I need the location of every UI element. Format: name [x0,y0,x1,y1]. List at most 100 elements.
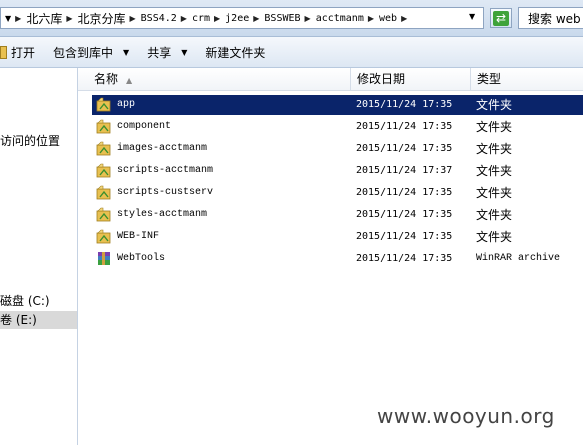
breadcrumb-label: 北京分库 [77,11,126,26]
file-name: scripts-custserv [117,187,214,198]
file-name: app [117,99,136,110]
include-label: 包含到库中 [53,45,114,60]
file-list: app 2015/11/24 17:35 文件夹 component 2015/… [78,91,583,445]
file-name: scripts-acctmanm [117,165,214,176]
file-date: 2015/11/24 17:37 [356,165,453,176]
sort-ascending-icon: ▲ [126,76,133,85]
file-type: 文件夹 [476,98,513,112]
breadcrumb-item-0[interactable]: 北六库 [25,10,63,27]
open-label: 打开 [11,45,36,60]
breadcrumb-label: web [379,12,398,24]
breadcrumb-label: acctmanm [315,12,364,24]
breadcrumb-label: 北六库 [26,11,63,26]
file-row[interactable]: images-acctmanm 2015/11/24 17:35 文件夹 [92,139,583,159]
refresh-icon: ⇄ [493,10,509,26]
file-row[interactable]: scripts-custserv 2015/11/24 17:35 文件夹 [92,183,583,203]
open-icon [0,45,7,59]
breadcrumb-label: BSS4.2 [140,12,177,24]
crumb-separator-icon[interactable]: ▶ [178,14,191,23]
watermark: www.wooyun.org [377,404,555,428]
file-row[interactable]: WebTools 2015/11/24 17:35 WinRAR archive [92,249,583,269]
breadcrumb-label: j2ee [225,12,250,24]
column-header-name[interactable]: 名称 ▲ [88,68,350,90]
file-type: 文件夹 [476,120,513,134]
breadcrumb-item-1[interactable]: 北京分库 [76,10,126,27]
crumb-separator-icon[interactable]: ▶ [302,14,315,23]
column-headers: 名称 ▲ 修改日期 类型 [78,68,583,91]
file-date: 2015/11/24 17:35 [356,143,453,154]
file-date: 2015/11/24 17:35 [356,209,453,220]
breadcrumb-item-2[interactable]: BSS4.2 [140,13,178,24]
file-type: 文件夹 [476,142,513,156]
nav-item-label: 访问的位置 [0,134,61,148]
folder-icon [96,185,112,201]
folder-icon [96,119,112,135]
file-date: 2015/11/24 17:35 [356,99,453,110]
column-header-label: 名称 [94,72,119,86]
breadcrumb-label: crm [191,12,210,24]
address-history-dropdown-icon[interactable]: ▼ [469,12,475,21]
file-name: images-acctmanm [117,143,208,154]
file-type: 文件夹 [476,164,513,178]
file-row[interactable]: styles-acctmanm 2015/11/24 17:35 文件夹 [92,205,583,225]
crumb-separator-icon[interactable]: ▶ [398,14,411,23]
crumb-separator-icon[interactable]: ▶ [250,14,263,23]
nav-item-drive-c[interactable]: 磁盘 (C:) [0,292,50,310]
file-type: 文件夹 [476,186,513,200]
breadcrumb-label: BSSWEB [264,12,301,24]
winrar-archive-icon [96,251,112,267]
file-name: WEB-INF [117,231,160,242]
crumb-separator-icon[interactable]: ▶ [127,14,140,23]
crumb-separator-icon[interactable]: ▶ [15,14,25,23]
column-header-type[interactable]: 类型 [470,68,583,90]
crumb-separator-icon[interactable]: ▶ [63,14,76,23]
file-type: 文件夹 [476,230,513,244]
breadcrumb-item-3[interactable]: crm [191,13,211,24]
include-in-library-button[interactable]: 包含到库中 ▼ [44,40,138,64]
command-toolbar: 打开 包含到库中 ▼ 共享 ▼ 新建文件夹 [0,37,583,68]
column-header-date[interactable]: 修改日期 [350,68,470,90]
chevron-down-icon: ▼ [123,47,130,57]
nav-item-recent-places[interactable]: 访问的位置 [0,132,60,150]
file-row[interactable]: app 2015/11/24 17:35 文件夹 [92,95,583,115]
folder-icon [96,163,112,179]
search-input[interactable]: 搜索 web [518,7,583,29]
breadcrumb-item-7[interactable]: web [378,13,398,24]
folder-icon [96,97,112,113]
file-date: 2015/11/24 17:35 [356,253,453,264]
share-label: 共享 [147,45,172,60]
file-date: 2015/11/24 17:35 [356,231,453,242]
nav-item-label: 卷 (E:) [0,313,37,327]
file-date: 2015/11/24 17:35 [356,121,453,132]
file-row[interactable]: scripts-acctmanm 2015/11/24 17:37 文件夹 [92,161,583,181]
address-bar: ▼ ▶ 北六库 ▶ 北京分库 ▶ BSS4.2 ▶ crm ▶ j2ee ▶ B… [0,0,583,37]
open-button[interactable]: 打开 [0,40,44,64]
navigation-pane: 访问的位置 磁盘 (C:) 卷 (E:) [0,68,78,445]
breadcrumb-item-5[interactable]: BSSWEB [263,13,301,24]
crumb-separator-icon[interactable]: ▶ [211,14,224,23]
new-folder-button[interactable]: 新建文件夹 [196,40,274,64]
share-button[interactable]: 共享 ▼ [138,40,196,64]
nav-item-label: 磁盘 (C:) [0,294,50,308]
file-row[interactable]: component 2015/11/24 17:35 文件夹 [92,117,583,137]
new-folder-label: 新建文件夹 [205,45,266,60]
breadcrumb-item-6[interactable]: acctmanm [315,13,365,24]
file-name: WebTools [117,253,166,264]
breadcrumb-item-4[interactable]: j2ee [224,13,250,24]
column-header-label: 类型 [477,72,502,86]
column-header-label: 修改日期 [357,72,406,86]
file-name: styles-acctmanm [117,209,208,220]
breadcrumb[interactable]: ▼ ▶ 北六库 ▶ 北京分库 ▶ BSS4.2 ▶ crm ▶ j2ee ▶ B… [0,7,484,29]
file-type: WinRAR archive [476,253,561,264]
folder-icon [96,229,112,245]
chevron-down-icon: ▼ [181,47,188,57]
file-type: 文件夹 [476,208,513,222]
folder-icon [96,207,112,223]
folder-icon [96,141,112,157]
file-name: component [117,121,172,132]
crumb-separator-icon[interactable]: ▶ [365,14,378,23]
refresh-button[interactable]: ⇄ [490,8,512,28]
file-row[interactable]: WEB-INF 2015/11/24 17:35 文件夹 [92,227,583,247]
chevron-down-icon[interactable]: ▼ [1,14,15,23]
nav-item-drive-e[interactable]: 卷 (E:) [0,311,77,329]
